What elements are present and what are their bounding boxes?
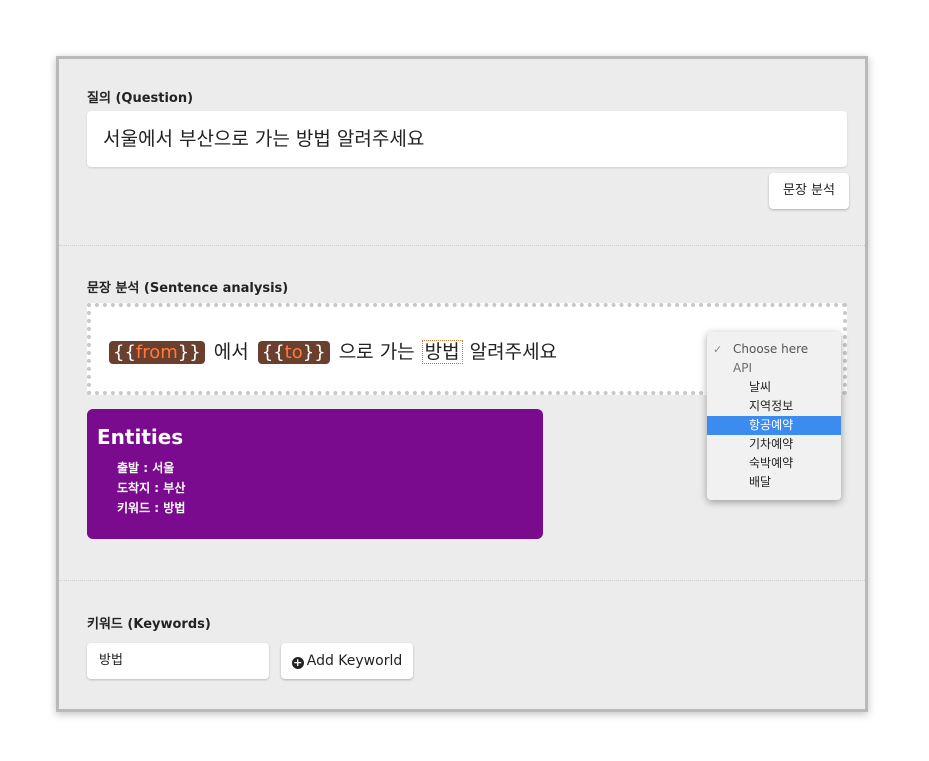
keyword-token[interactable]: 방법 [421, 340, 463, 364]
sentence-analysis-label: 문장 분석 (Sentence analysis) [87, 281, 289, 296]
checkmark-icon: ✓ [713, 343, 723, 356]
sentence-word: 으로 가는 [338, 341, 415, 363]
entity-token-to[interactable]: {{to}} [257, 341, 330, 364]
dropdown-option[interactable]: 지역정보 [707, 397, 841, 416]
dropdown-option[interactable]: 배달 [707, 473, 841, 492]
dropdown-placeholder-label: Choose here [733, 342, 809, 356]
dropdown-option-selected[interactable]: 항공예약 [707, 416, 841, 435]
main-panel: 질의 (Question) 서울에서 부산으로 가는 방법 알려주세요 문장 분… [56, 56, 868, 712]
section-divider [59, 580, 865, 581]
token-variable: to [284, 342, 303, 363]
keywords-label: 키워드 (Keywords) [87, 617, 211, 632]
keyword-input[interactable]: 방법 [87, 643, 269, 679]
dropdown-option[interactable]: 숙박예약 [707, 454, 841, 473]
entity-item: 출발 : 서울 [117, 461, 175, 475]
dropdown-group-api: API [733, 361, 752, 375]
plus-circle-icon: + [291, 656, 304, 669]
sentence-word: 알려주세요 [469, 341, 558, 363]
question-label: 질의 (Question) [87, 91, 194, 106]
api-select-dropdown[interactable]: ✓ Choose here API 날씨 지역정보 항공예약 기차예약 숙박예약… [707, 332, 841, 500]
entities-title: Entities [97, 425, 184, 449]
analyze-sentence-button[interactable]: 문장 분석 [769, 173, 849, 209]
add-keyword-button[interactable]: + Add Keyworld [281, 643, 413, 679]
sentence-word: 에서 [213, 341, 249, 363]
entities-panel: Entities 출발 : 서울 도착지 : 부산 키워드 : 방법 [87, 409, 543, 539]
entity-token-from[interactable]: {{from}} [109, 341, 205, 364]
question-input[interactable]: 서울에서 부산으로 가는 방법 알려주세요 [87, 111, 847, 167]
dropdown-option[interactable]: 기차예약 [707, 435, 841, 454]
section-divider [59, 245, 865, 246]
analyzed-sentence: {{from}} 에서 {{to}} 으로 가는 방법 알려주세요 [109, 337, 560, 364]
dropdown-placeholder[interactable]: ✓ Choose here [707, 340, 841, 359]
entity-item: 도착지 : 부산 [117, 481, 186, 495]
add-keyword-label: Add Keyworld [306, 653, 403, 669]
token-variable: from [135, 342, 178, 363]
entity-item: 키워드 : 방법 [117, 501, 186, 515]
dropdown-option[interactable]: 날씨 [707, 378, 841, 397]
